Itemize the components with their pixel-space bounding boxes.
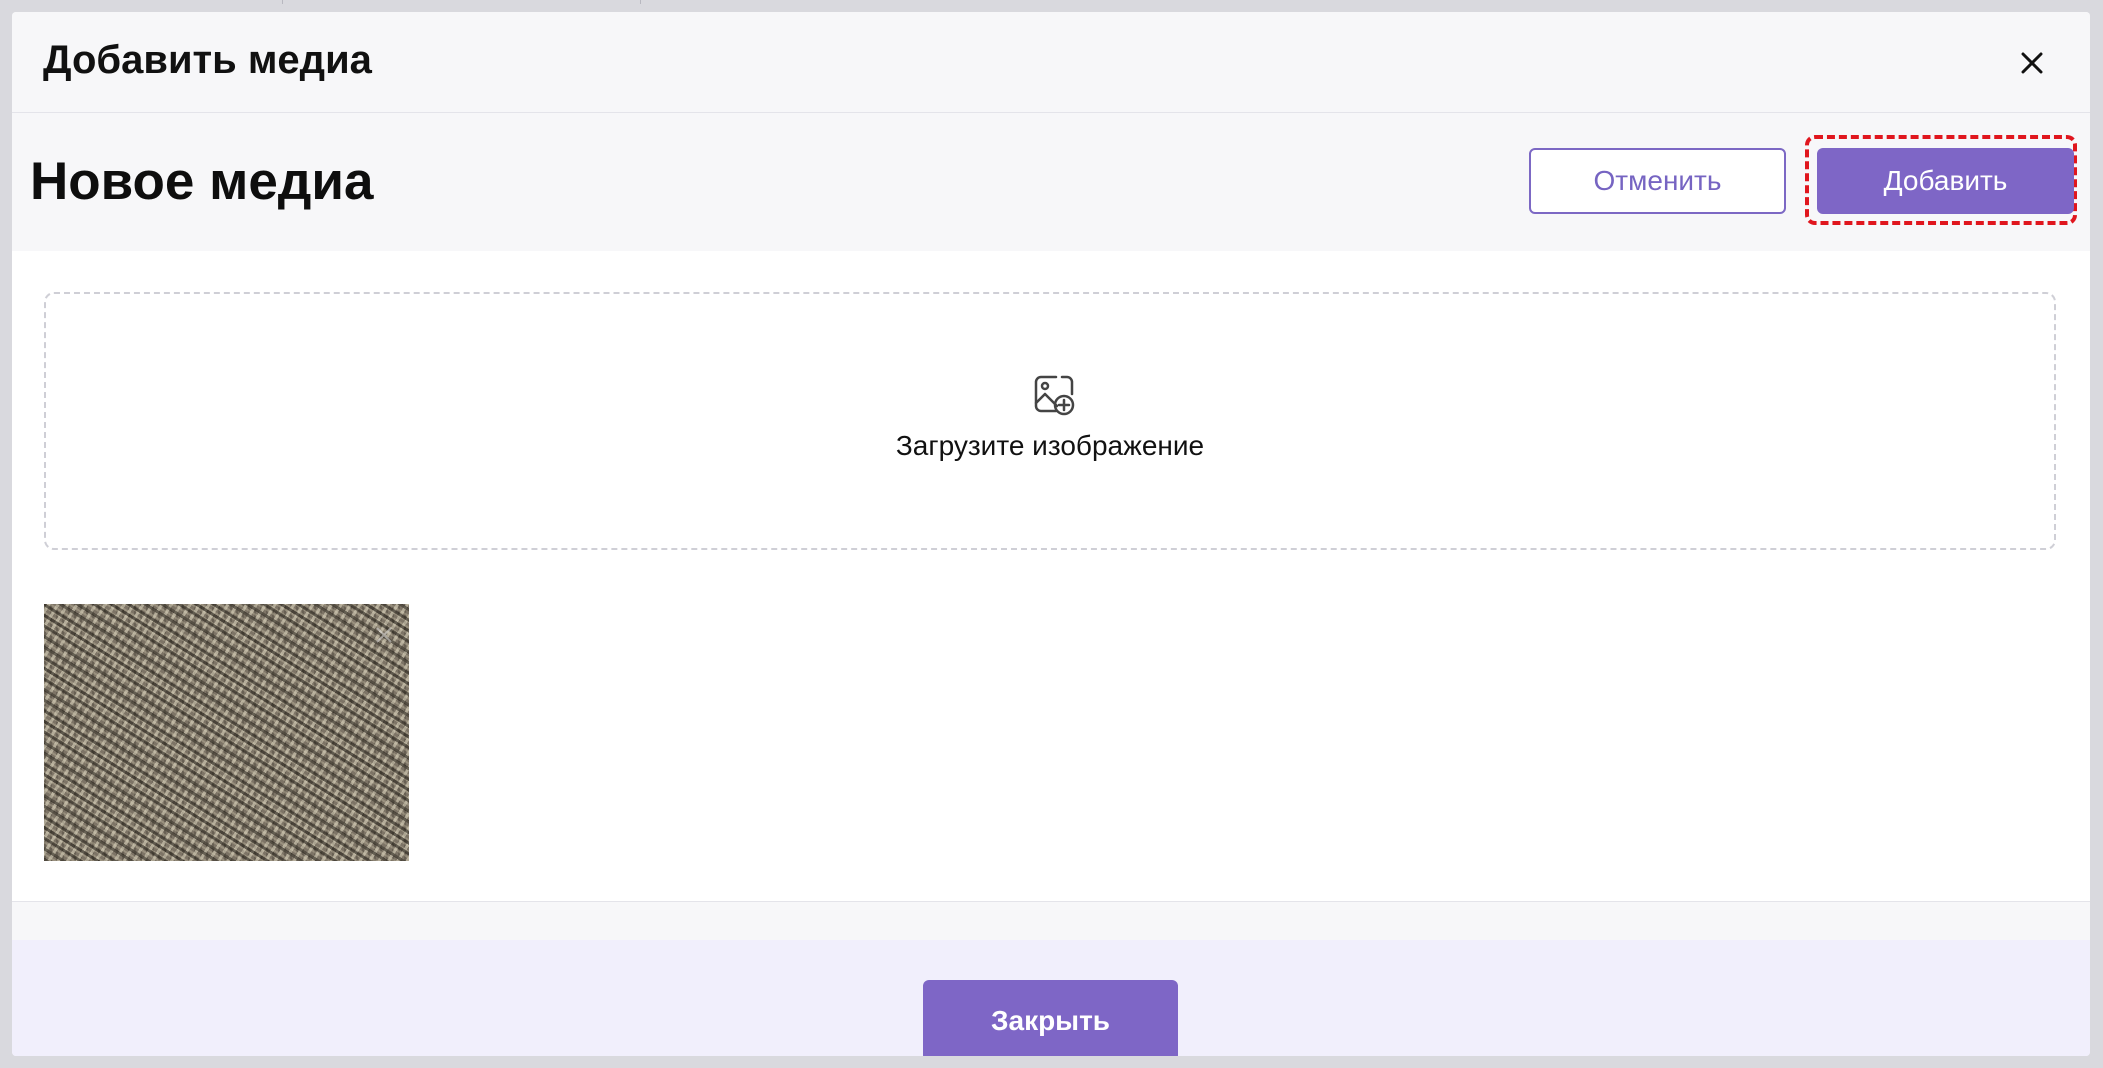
image-add-icon [1032, 373, 1076, 417]
upload-label: Загрузите изображение [895, 430, 1205, 461]
upload-dropzone[interactable]: Загрузите изображение [44, 292, 2056, 550]
add-media-dialog: Добавить медиа Новое медиа Отменить Доба… [12, 12, 2090, 1056]
backdrop-divider [640, 0, 641, 4]
media-toolbar: Новое медиа Отменить Добавить [12, 113, 2090, 251]
cancel-button[interactable]: Отменить [1529, 148, 1786, 214]
dialog-header: Добавить медиа [12, 12, 2090, 113]
backdrop-divider [282, 0, 283, 4]
dialog-footer: Закрыть [12, 940, 2090, 1056]
dialog-content: Загрузите изображение [12, 251, 2090, 902]
close-button[interactable]: Закрыть [923, 980, 1178, 1056]
close-icon[interactable] [373, 624, 395, 646]
dialog-title: Добавить медиа [43, 38, 372, 82]
add-button[interactable]: Добавить [1817, 148, 2074, 214]
close-icon[interactable] [2012, 43, 2052, 83]
media-thumbnail[interactable] [44, 604, 409, 861]
section-title: Новое медиа [30, 152, 374, 211]
